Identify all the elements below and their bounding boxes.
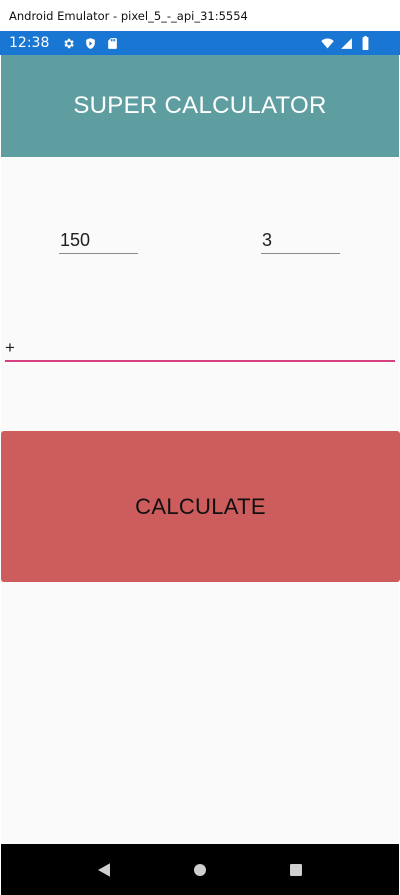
calculate-button[interactable]: CALCULATE [1, 431, 400, 582]
status-bar: 12:38 [0, 31, 400, 55]
calculator-content: 150 3 + CALCULATE [1, 157, 400, 844]
status-time: 12:38 [9, 35, 50, 51]
shield-icon [84, 37, 97, 50]
status-left-group: 12:38 [9, 35, 119, 51]
window-titlebar: Android Emulator - pixel_5_-_api_31:5554 [0, 0, 400, 31]
back-icon[interactable] [89, 855, 119, 885]
battery-icon [359, 36, 372, 50]
first-number-input[interactable]: 150 [59, 228, 138, 254]
signal-icon [340, 37, 353, 50]
gear-icon [62, 37, 75, 50]
navigation-bar [1, 844, 399, 895]
app-header: SUPER CALCULATOR [1, 55, 399, 157]
calculate-button-label: CALCULATE [135, 493, 266, 519]
window-title: Android Emulator - pixel_5_-_api_31:5554 [9, 8, 248, 23]
recents-icon[interactable] [281, 855, 311, 885]
operator-input[interactable]: + [5, 335, 395, 362]
second-number-input[interactable]: 3 [261, 228, 340, 254]
status-right-group [321, 36, 372, 50]
home-icon[interactable] [185, 855, 215, 885]
sd-card-icon [106, 37, 119, 50]
app-title: SUPER CALCULATOR [73, 92, 327, 119]
wifi-icon [321, 37, 334, 50]
